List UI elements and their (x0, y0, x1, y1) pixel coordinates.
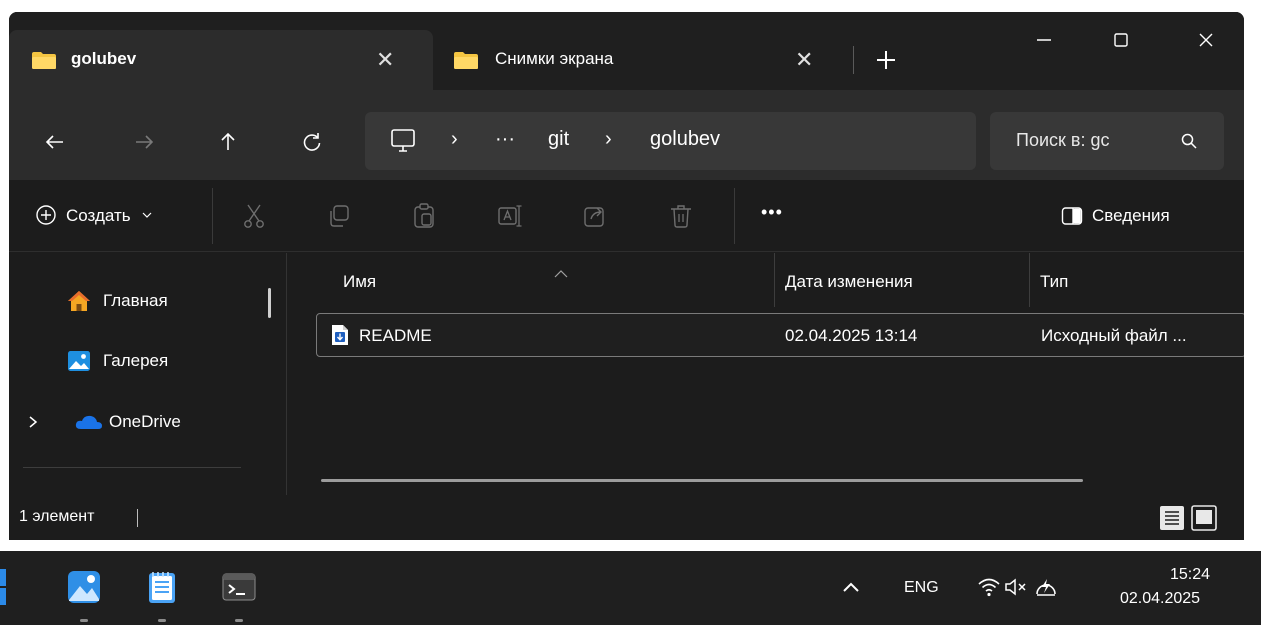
rename-icon[interactable] (496, 202, 524, 230)
column-separator[interactable] (774, 253, 775, 307)
start-button-icon[interactable] (0, 569, 14, 605)
new-tab-button[interactable] (874, 48, 898, 72)
command-bar: Создать ••• Сведения (9, 180, 1244, 252)
file-icon (332, 325, 348, 345)
tab-separator (853, 46, 854, 74)
notepad-app-icon[interactable] (144, 569, 180, 605)
chevron-right-icon[interactable] (27, 415, 39, 429)
volume-muted-icon[interactable] (1004, 577, 1030, 597)
show-hidden-icons-chevron-up-icon[interactable] (842, 581, 860, 593)
breadcrumb-separator[interactable]: › (451, 128, 458, 151)
pane-divider (23, 467, 241, 468)
onedrive-icon (75, 415, 102, 429)
breadcrumb-item-git[interactable]: git (548, 128, 569, 151)
sidebar-item-label: OneDrive (109, 412, 181, 431)
plus-circle-icon (36, 205, 56, 225)
status-separator (137, 509, 138, 527)
toolbar-separator (212, 188, 213, 244)
create-label: Создать (66, 206, 131, 225)
refresh-icon[interactable] (300, 130, 324, 154)
horizontal-scrollbar[interactable] (321, 479, 1083, 482)
breadcrumb-overflow[interactable]: ··· (495, 128, 515, 151)
minimize-icon[interactable] (1030, 26, 1058, 54)
details-view-icon[interactable] (1159, 505, 1185, 531)
details-label: Сведения (1092, 206, 1170, 225)
column-separator[interactable] (1029, 253, 1030, 307)
cut-icon[interactable] (240, 202, 268, 230)
clock-time[interactable]: 15:24 (1170, 566, 1210, 584)
clock-date[interactable]: 02.04.2025 (1120, 590, 1200, 608)
terminal-app-icon[interactable] (221, 569, 257, 605)
navigation-bar: › ··· git › golubev Поиск в: gc (9, 90, 1244, 180)
more-options-button[interactable]: ••• (761, 202, 783, 223)
file-name: README (359, 326, 432, 345)
tab-golubev[interactable]: golubev ✕ (9, 30, 433, 90)
computer-icon[interactable] (389, 127, 417, 155)
photos-app-icon[interactable] (66, 569, 102, 605)
item-count: 1 элемент (19, 508, 95, 525)
column-header-modified[interactable]: Дата изменения (785, 272, 913, 292)
up-arrow-icon[interactable] (216, 130, 240, 154)
tab-label: Снимки экрана (495, 49, 614, 68)
home-icon (68, 291, 90, 311)
status-bar: 1 элемент (9, 495, 1244, 540)
input-language[interactable]: ENG (904, 579, 939, 597)
tab-close-button[interactable]: ✕ (795, 47, 813, 73)
taskbar: ENG 15:24 02.04.2025 (0, 551, 1261, 625)
sidebar-item-label: Главная (103, 291, 168, 310)
column-header-type[interactable]: Тип (1040, 272, 1068, 292)
column-header-name[interactable]: Имя (343, 272, 376, 292)
navigation-pane: Главная Галерея OneDrive (9, 253, 287, 495)
paste-icon[interactable] (410, 202, 438, 230)
app-running-indicator (235, 619, 243, 622)
app-running-indicator (80, 619, 88, 622)
file-modified: 02.04.2025 13:14 (785, 326, 918, 345)
file-type: Исходный файл ... (1041, 326, 1187, 345)
table-row[interactable]: README 02.04.2025 13:14 Исходный файл ..… (316, 313, 1244, 357)
close-icon[interactable] (1192, 26, 1220, 54)
scrollbar-thumb[interactable] (268, 288, 271, 318)
breadcrumb-item-golubev[interactable]: golubev (650, 128, 720, 151)
tab-close-button[interactable]: ✕ (376, 47, 394, 73)
file-explorer-window: golubev ✕ Снимки экрана ✕ › ··· git › go… (9, 12, 1244, 540)
title-bar: golubev ✕ Снимки экрана ✕ (9, 12, 1244, 102)
gallery-icon (68, 351, 90, 371)
maximize-icon[interactable] (1107, 26, 1135, 54)
sidebar-item-label: Галерея (103, 351, 169, 370)
folder-icon (32, 52, 56, 69)
large-icons-view-icon[interactable] (1191, 505, 1217, 531)
forward-arrow-icon[interactable] (132, 130, 156, 154)
sort-ascending-icon (554, 270, 568, 278)
delete-icon[interactable] (667, 202, 695, 230)
tab-screenshots[interactable]: Снимки экрана ✕ (433, 30, 853, 90)
back-arrow-icon[interactable] (43, 130, 67, 154)
search-input[interactable]: Поиск в: gc (1016, 130, 1109, 151)
chevron-down-icon (142, 212, 152, 218)
search-box[interactable]: Поиск в: gc (990, 112, 1224, 170)
file-list: Имя Дата изменения Тип README 02.04.2025… (287, 253, 1244, 495)
search-icon[interactable] (1180, 132, 1198, 150)
address-bar[interactable]: › ··· git › golubev (365, 112, 976, 170)
copy-icon[interactable] (325, 202, 353, 230)
tab-label: golubev (71, 49, 137, 68)
wifi-icon[interactable] (977, 576, 1001, 598)
details-pane-icon (1061, 207, 1083, 225)
details-button[interactable]: Сведения (1061, 202, 1211, 232)
breadcrumb-separator[interactable]: › (605, 128, 612, 151)
battery-charging-icon[interactable] (1034, 575, 1058, 597)
toolbar-separator (734, 188, 735, 244)
share-icon[interactable] (581, 202, 609, 230)
folder-icon (454, 52, 478, 69)
create-button[interactable]: Создать (35, 202, 195, 232)
app-running-indicator (158, 619, 166, 622)
